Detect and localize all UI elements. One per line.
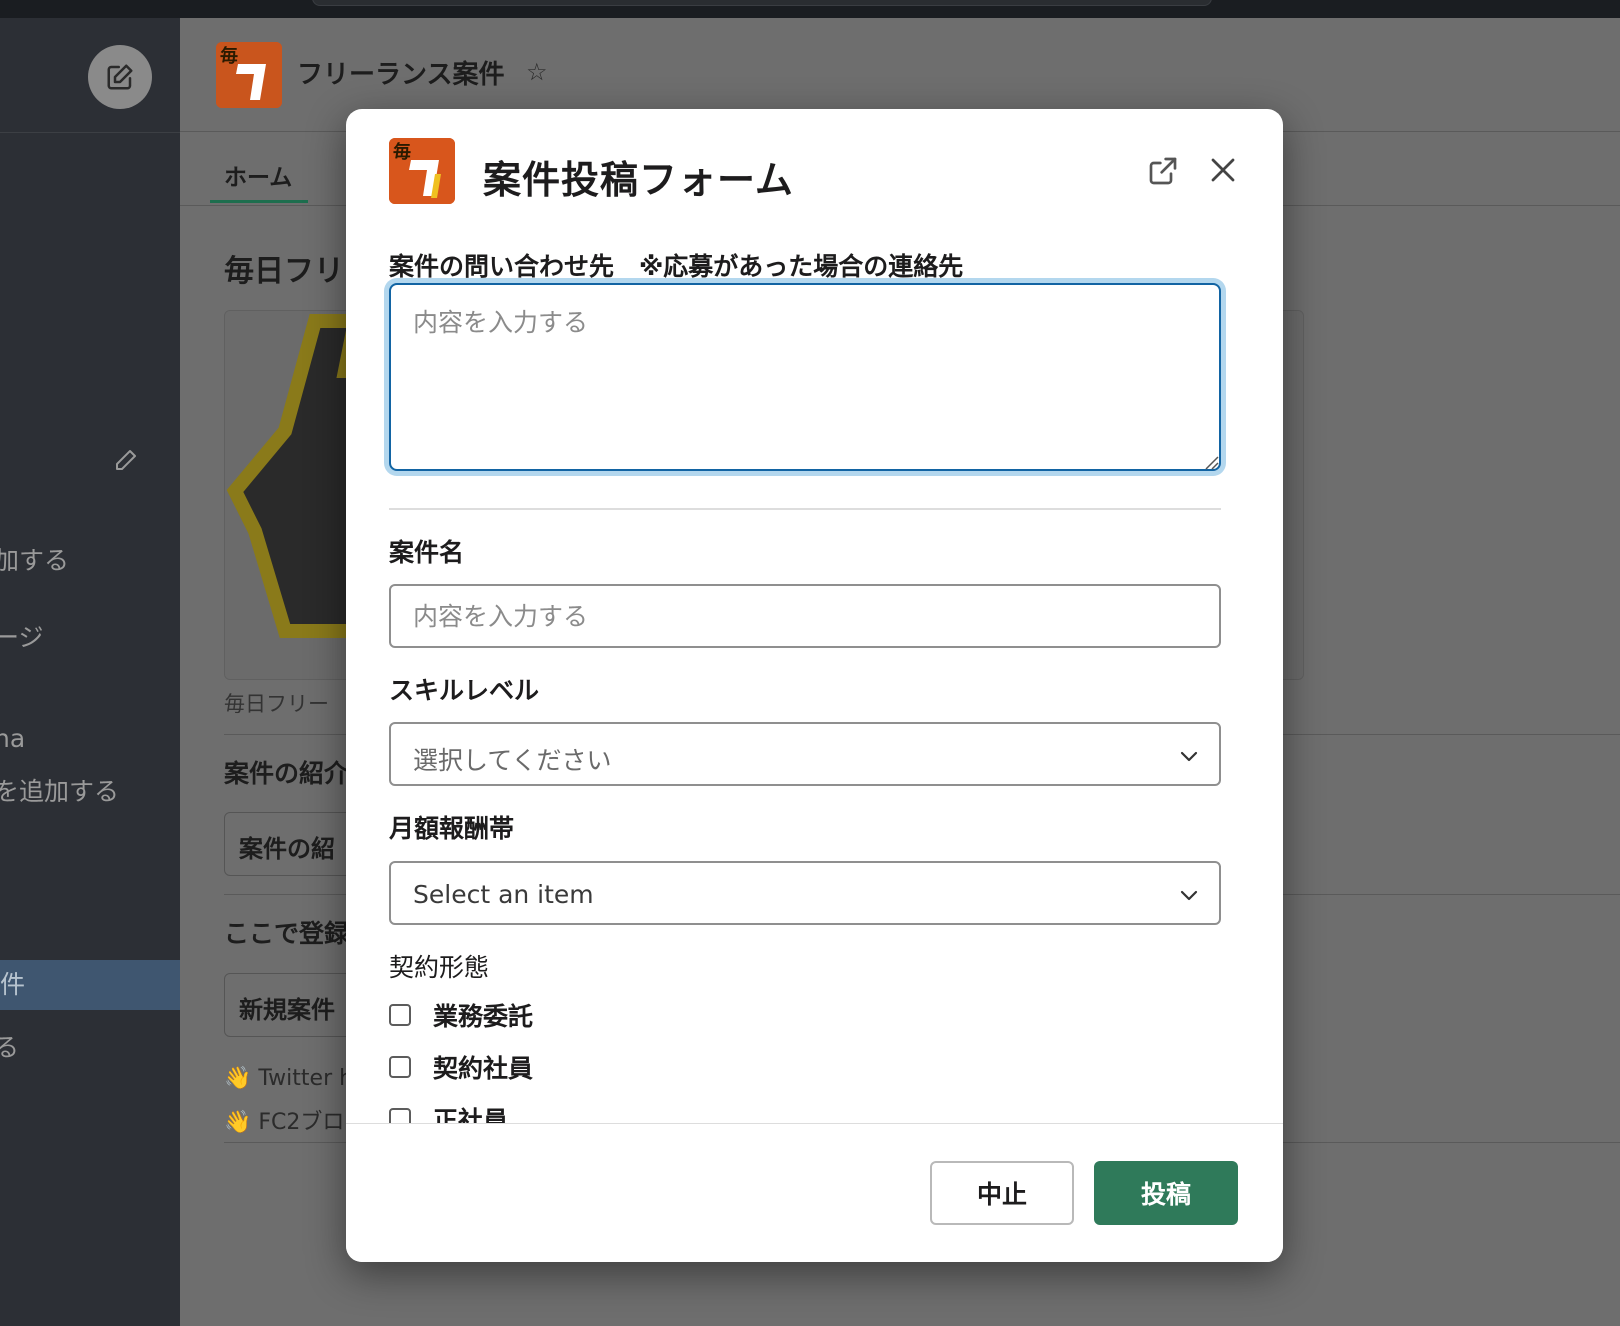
pay-label: 月額報酬帯 bbox=[389, 814, 515, 843]
modal-body[interactable]: 案件の問い合わせ先 ※応募があった場合の連絡先 案件名 スキルレベル 選択してく… bbox=[346, 109, 1283, 1123]
sidebar-item[interactable]: na bbox=[0, 724, 25, 753]
bg-link[interactable]: 👋 Twitter h bbox=[224, 1066, 353, 1091]
contact-textarea[interactable] bbox=[389, 283, 1221, 471]
sidebar-item[interactable]: る bbox=[0, 1028, 19, 1064]
bg-section-title: ここで登録 bbox=[224, 919, 350, 948]
name-label: 案件名 bbox=[389, 538, 465, 567]
top-bar bbox=[0, 0, 1620, 18]
pay-select[interactable]: Select an item bbox=[389, 861, 1221, 925]
compose-icon bbox=[107, 64, 133, 90]
star-icon[interactable]: ☆ bbox=[526, 58, 548, 86]
checkbox-label: 契約社員 bbox=[433, 1054, 534, 1083]
contact-label: 案件の問い合わせ先 ※応募があった場合の連絡先 bbox=[389, 252, 964, 281]
chevron-down-icon bbox=[1180, 751, 1198, 762]
bg-caption: 毎日フリー bbox=[224, 692, 329, 716]
compose-button[interactable] bbox=[88, 45, 152, 109]
form-modal: 毎 案件投稿フォーム 案件の問い合わせ先 ※応募があった場合の連絡先 案件名 ス… bbox=[346, 109, 1283, 1262]
section-divider bbox=[389, 508, 1221, 510]
bg-section-title: 案件の紹介 bbox=[224, 759, 350, 788]
chevron-down-icon bbox=[1180, 890, 1198, 901]
sidebar-item[interactable]: ージ bbox=[0, 618, 44, 654]
pay-select-value: Select an item bbox=[413, 880, 594, 909]
tab-home[interactable]: ホーム bbox=[224, 158, 292, 192]
bg-link[interactable]: 👋 FC2ブロ bbox=[224, 1104, 344, 1136]
svg-text:毎: 毎 bbox=[220, 45, 238, 67]
skill-label: スキルレベル bbox=[389, 676, 540, 705]
bg-heading: 毎日フリ bbox=[224, 254, 344, 289]
sidebar-item-active[interactable]: 件 bbox=[0, 960, 180, 1010]
contract-option-contract-employee[interactable]: 契約社員 bbox=[389, 1051, 533, 1083]
sidebar-divider bbox=[0, 132, 180, 133]
channel-logo: 毎 bbox=[216, 42, 282, 108]
search-bar[interactable] bbox=[312, 0, 1212, 6]
skill-select[interactable]: 選択してください bbox=[389, 722, 1221, 786]
contract-option-outsourcing[interactable]: 業務委託 bbox=[389, 999, 533, 1031]
channel-title: フリーランス案件 bbox=[297, 60, 505, 90]
checkbox[interactable] bbox=[389, 1004, 411, 1026]
modal-footer: 中止 投稿 bbox=[346, 1123, 1283, 1262]
tab-active-indicator bbox=[210, 200, 308, 203]
submit-button[interactable]: 投稿 bbox=[1094, 1161, 1238, 1225]
name-input[interactable] bbox=[389, 584, 1221, 648]
checkbox[interactable] bbox=[389, 1108, 411, 1123]
checkbox-label: 業務委託 bbox=[433, 1002, 534, 1031]
checkbox-label: 正社員 bbox=[433, 1106, 509, 1123]
checkbox[interactable] bbox=[389, 1056, 411, 1078]
cancel-button[interactable]: 中止 bbox=[930, 1161, 1074, 1225]
sidebar-item[interactable]: 加する bbox=[0, 541, 69, 577]
skill-select-value: 選択してください bbox=[413, 746, 612, 775]
sidebar: 加する ージ na を追加する 件 る bbox=[0, 18, 180, 1326]
contract-option-full-time[interactable]: 正社員 bbox=[389, 1103, 508, 1123]
resize-handle-icon[interactable] bbox=[1204, 455, 1220, 475]
contract-label: 契約形態 bbox=[389, 953, 490, 982]
sidebar-item[interactable]: を追加する bbox=[0, 772, 119, 808]
edit-pencil-icon[interactable] bbox=[114, 448, 138, 476]
